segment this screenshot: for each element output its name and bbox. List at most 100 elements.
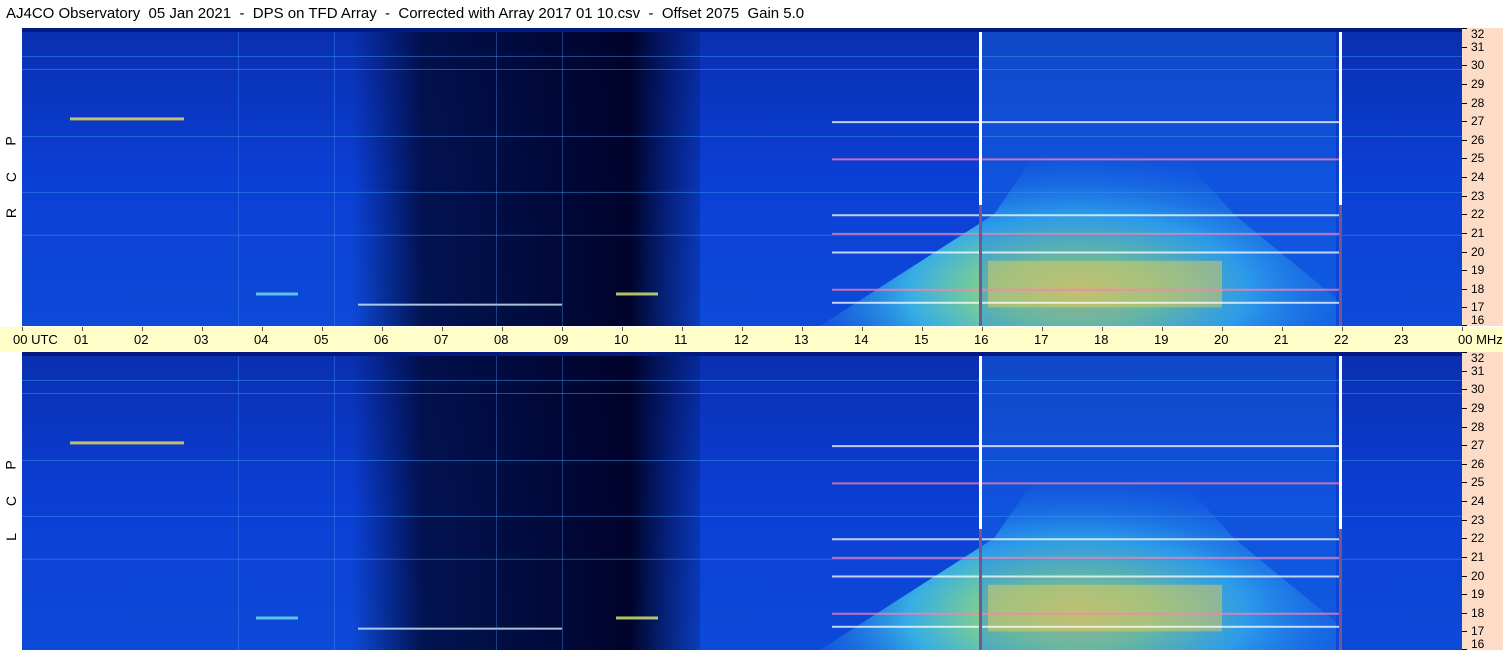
freq-label: 22 [1471, 531, 1485, 545]
sweep-line [496, 28, 497, 326]
freq-tick [1462, 28, 1467, 29]
early-emission-streak [70, 117, 184, 121]
freq-tick [1462, 325, 1467, 326]
freq-label: 26 [1471, 133, 1485, 147]
rfi-line [832, 538, 1342, 541]
time-tick [202, 327, 203, 331]
time-tick [142, 327, 143, 331]
freq-tick [1462, 557, 1467, 558]
time-label: 19 [1154, 332, 1169, 347]
freq-tick [1462, 631, 1467, 632]
time-label: 07 [434, 332, 449, 347]
time-label: 00 UTC [13, 332, 58, 347]
freq-label: 17 [1471, 624, 1485, 638]
freq-tick [1462, 427, 1467, 428]
time-tick [1402, 327, 1403, 331]
freq-label: 17 [1471, 300, 1485, 314]
calibration-marker-dark [1339, 528, 1342, 650]
early-emission-streak [70, 441, 184, 445]
freq-tick [1462, 520, 1467, 521]
calibration-marker-dark [979, 204, 982, 326]
time-tick [562, 327, 563, 331]
freq-label: 28 [1471, 420, 1485, 434]
freq-label: 21 [1471, 550, 1485, 564]
freq-label: 23 [1471, 513, 1485, 527]
time-tick [742, 327, 743, 331]
night-streak [358, 627, 562, 630]
time-tick [382, 327, 383, 331]
time-tick [1162, 327, 1163, 331]
time-tick [1222, 327, 1223, 331]
rfi-line [832, 121, 1342, 124]
freq-label: 25 [1471, 151, 1485, 165]
time-tick [502, 327, 503, 331]
time-label: 15 [914, 332, 929, 347]
time-label: 23 [1394, 332, 1409, 347]
freq-label: 29 [1471, 77, 1485, 91]
calibration-marker-dark [979, 528, 982, 650]
freq-label: 25 [1471, 475, 1485, 489]
rfi-line [832, 612, 1342, 615]
time-label: 09 [554, 332, 569, 347]
freq-label: 28 [1471, 96, 1485, 110]
night-quiet-region [352, 352, 700, 650]
freq-tick [1462, 177, 1467, 178]
freq-label: 20 [1471, 569, 1485, 583]
time-tick [22, 327, 23, 331]
rfi-line [832, 482, 1342, 485]
freq-tick [1462, 445, 1467, 446]
freq-label: 19 [1471, 587, 1485, 601]
panel-label-lcp: P C L [0, 352, 22, 650]
night-quiet-region [352, 28, 700, 326]
time-axis: 00 UTC 01 02 03 04 05 06 07 08 09 10 11 12 13 14 15 16 17… [0, 327, 1503, 352]
freq-tick [1462, 649, 1467, 650]
sweep-line [562, 28, 563, 326]
time-tick [1102, 327, 1103, 331]
freq-tick [1462, 352, 1467, 353]
rfi-line [832, 301, 1342, 304]
freq-label: 19 [1471, 263, 1485, 277]
night-streak [358, 303, 562, 306]
time-tick [862, 327, 863, 331]
freq-tick [1462, 84, 1467, 85]
freq-label: 27 [1471, 438, 1485, 452]
freq-tick [1462, 289, 1467, 290]
freq-tick [1462, 371, 1467, 372]
spectrogram-rcp[interactable] [22, 28, 1462, 326]
freq-label: 20 [1471, 245, 1485, 259]
time-tick [262, 327, 263, 331]
night-streak [256, 292, 298, 296]
freq-tick [1462, 47, 1467, 48]
spectrogram-lcp[interactable] [22, 352, 1462, 650]
spectrogram-rcp-svg [22, 28, 1462, 326]
freq-label: 32 [1471, 27, 1485, 41]
freq-tick [1462, 613, 1467, 614]
time-label: 22 [1334, 332, 1349, 347]
night-streak [256, 616, 298, 620]
freq-tick [1462, 538, 1467, 539]
freq-label: 24 [1471, 494, 1485, 508]
sweep-line [334, 28, 335, 326]
time-tick [982, 327, 983, 331]
freq-label: 29 [1471, 401, 1485, 415]
time-label: 01 [74, 332, 89, 347]
freq-tick [1462, 307, 1467, 308]
freq-tick [1462, 389, 1467, 390]
sweep-line [238, 352, 239, 650]
rfi-line [832, 214, 1342, 217]
time-label: 00 MHz [1458, 332, 1503, 347]
freq-label: 32 [1471, 351, 1485, 365]
time-label: 18 [1094, 332, 1109, 347]
time-tick [622, 327, 623, 331]
freq-label: 30 [1471, 382, 1485, 396]
freq-tick [1462, 140, 1467, 141]
freq-tick [1462, 214, 1467, 215]
time-tick [802, 327, 803, 331]
time-tick [322, 327, 323, 331]
sweep-line [238, 28, 239, 326]
time-tick [1282, 327, 1283, 331]
time-tick [82, 327, 83, 331]
freq-tick [1462, 408, 1467, 409]
rfi-line [832, 232, 1342, 235]
freq-label: 24 [1471, 170, 1485, 184]
